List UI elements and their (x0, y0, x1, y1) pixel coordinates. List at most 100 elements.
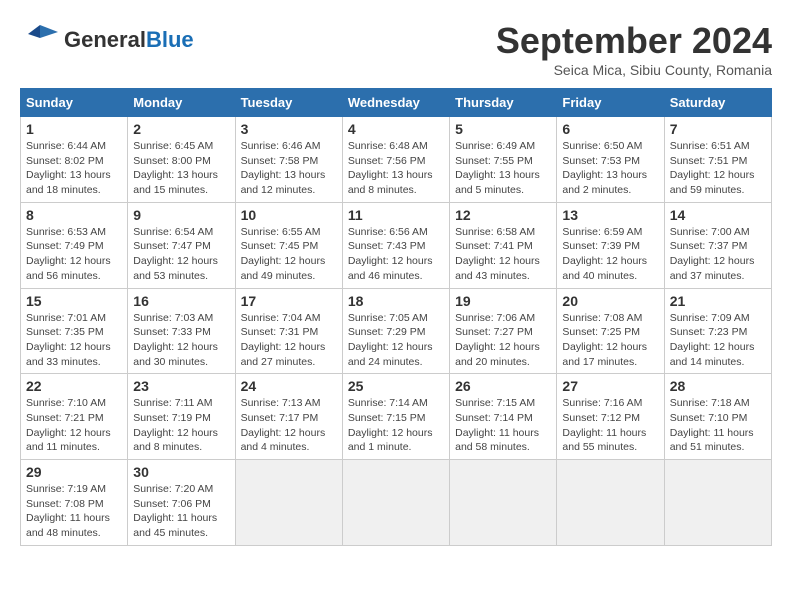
weekday-header-friday: Friday (557, 89, 664, 117)
day-detail: Sunrise: 7:03 AMSunset: 7:33 PMDaylight:… (133, 311, 229, 370)
day-number: 4 (348, 121, 444, 137)
day-cell-29: 29Sunrise: 7:19 AMSunset: 7:08 PMDayligh… (21, 460, 128, 546)
day-number: 24 (241, 378, 337, 394)
empty-cell (664, 460, 771, 546)
day-cell-5: 5 Sunrise: 6:49 AMSunset: 7:55 PMDaylight… (450, 117, 557, 203)
day-detail: Sunrise: 6:45 AMSunset: 8:00 PMDaylight:… (133, 139, 229, 198)
empty-cell (450, 460, 557, 546)
day-detail: Sunrise: 6:48 AMSunset: 7:56 PMDaylight:… (348, 139, 444, 198)
day-cell-8: 8 Sunrise: 6:53 AMSunset: 7:49 PMDaylight… (21, 202, 128, 288)
day-detail: Sunrise: 7:08 AMSunset: 7:25 PMDaylight:… (562, 311, 658, 370)
day-cell-19: 19 Sunrise: 7:06 AMSunset: 7:27 PMDayligh… (450, 288, 557, 374)
day-number: 23 (133, 378, 229, 394)
weekday-header-saturday: Saturday (664, 89, 771, 117)
empty-cell (235, 460, 342, 546)
page-header: GeneralBlue September 2024 Seica Mica, S… (20, 20, 772, 78)
day-cell-9: 9 Sunrise: 6:54 AMSunset: 7:47 PMDaylight… (128, 202, 235, 288)
day-detail: Sunrise: 7:09 AMSunset: 7:23 PMDaylight:… (670, 311, 766, 370)
day-number: 25 (348, 378, 444, 394)
day-detail: Sunrise: 6:51 AMSunset: 7:51 PMDaylight:… (670, 139, 766, 198)
day-number: 15 (26, 293, 122, 309)
day-cell-4: 4 Sunrise: 6:48 AMSunset: 7:56 PMDaylight… (342, 117, 449, 203)
day-cell-26: 26 Sunrise: 7:15 AMSunset: 7:14 PMDayligh… (450, 374, 557, 460)
day-cell-13: 13 Sunrise: 6:59 AMSunset: 7:39 PMDayligh… (557, 202, 664, 288)
location: Seica Mica, Sibiu County, Romania (496, 62, 772, 78)
day-detail: Sunrise: 6:49 AMSunset: 7:55 PMDaylight:… (455, 139, 551, 198)
day-number: 6 (562, 121, 658, 137)
weekday-header-tuesday: Tuesday (235, 89, 342, 117)
day-number: 2 (133, 121, 229, 137)
day-detail: Sunrise: 6:53 AMSunset: 7:49 PMDaylight:… (26, 225, 122, 284)
day-number: 1 (26, 121, 122, 137)
day-cell-11: 11 Sunrise: 6:56 AMSunset: 7:43 PMDayligh… (342, 202, 449, 288)
weekday-header-wednesday: Wednesday (342, 89, 449, 117)
weekday-header-monday: Monday (128, 89, 235, 117)
day-cell-16: 16Sunrise: 7:03 AMSunset: 7:33 PMDayligh… (128, 288, 235, 374)
day-number: 11 (348, 207, 444, 223)
day-cell-24: 24 Sunrise: 7:13 AMSunset: 7:17 PMDayligh… (235, 374, 342, 460)
day-detail: Sunrise: 6:46 AMSunset: 7:58 PMDaylight:… (241, 139, 337, 198)
day-number: 3 (241, 121, 337, 137)
title-block: September 2024 Seica Mica, Sibiu County,… (496, 20, 772, 78)
empty-cell (557, 460, 664, 546)
day-detail: Sunrise: 7:11 AMSunset: 7:19 PMDaylight:… (133, 396, 229, 455)
logo-text: GeneralBlue (64, 28, 194, 52)
day-detail: Sunrise: 7:15 AMSunset: 7:14 PMDaylight:… (455, 396, 551, 455)
day-cell-14: 14 Sunrise: 7:00 AMSunset: 7:37 PMDayligh… (664, 202, 771, 288)
week-row-5: 29Sunrise: 7:19 AMSunset: 7:08 PMDayligh… (21, 460, 772, 546)
day-number: 19 (455, 293, 551, 309)
day-cell-10: 10 Sunrise: 6:55 AMSunset: 7:45 PMDayligh… (235, 202, 342, 288)
day-detail: Sunrise: 7:13 AMSunset: 7:17 PMDaylight:… (241, 396, 337, 455)
day-number: 9 (133, 207, 229, 223)
day-number: 5 (455, 121, 551, 137)
day-detail: Sunrise: 7:20 AMSunset: 7:06 PMDaylight:… (133, 482, 229, 541)
day-number: 26 (455, 378, 551, 394)
day-number: 28 (670, 378, 766, 394)
day-cell-3: 3 Sunrise: 6:46 AMSunset: 7:58 PMDaylight… (235, 117, 342, 203)
logo-general: General (64, 27, 146, 52)
logo: GeneralBlue (20, 20, 194, 60)
day-number: 14 (670, 207, 766, 223)
day-cell-20: 20Sunrise: 7:08 AMSunset: 7:25 PMDayligh… (557, 288, 664, 374)
day-cell-21: 21Sunrise: 7:09 AMSunset: 7:23 PMDayligh… (664, 288, 771, 374)
day-cell-25: 25 Sunrise: 7:14 AMSunset: 7:15 PMDayligh… (342, 374, 449, 460)
day-detail: Sunrise: 7:00 AMSunset: 7:37 PMDaylight:… (670, 225, 766, 284)
empty-cell (342, 460, 449, 546)
week-row-4: 22 Sunrise: 7:10 AMSunset: 7:21 PMDayligh… (21, 374, 772, 460)
day-number: 13 (562, 207, 658, 223)
week-row-2: 8 Sunrise: 6:53 AMSunset: 7:49 PMDaylight… (21, 202, 772, 288)
day-number: 30 (133, 464, 229, 480)
day-cell-6: 6Sunrise: 6:50 AMSunset: 7:53 PMDaylight… (557, 117, 664, 203)
day-number: 29 (26, 464, 122, 480)
day-detail: Sunrise: 7:10 AMSunset: 7:21 PMDaylight:… (26, 396, 122, 455)
day-detail: Sunrise: 6:55 AMSunset: 7:45 PMDaylight:… (241, 225, 337, 284)
day-cell-27: 27Sunrise: 7:16 AMSunset: 7:12 PMDayligh… (557, 374, 664, 460)
day-cell-12: 12Sunrise: 6:58 AMSunset: 7:41 PMDayligh… (450, 202, 557, 288)
day-cell-15: 15 Sunrise: 7:01 AMSunset: 7:35 PMDayligh… (21, 288, 128, 374)
weekday-header-row: SundayMondayTuesdayWednesdayThursdayFrid… (21, 89, 772, 117)
day-cell-7: 7Sunrise: 6:51 AMSunset: 7:51 PMDaylight… (664, 117, 771, 203)
calendar: SundayMondayTuesdayWednesdayThursdayFrid… (20, 88, 772, 546)
day-cell-2: 2 Sunrise: 6:45 AMSunset: 8:00 PMDaylight… (128, 117, 235, 203)
day-detail: Sunrise: 6:56 AMSunset: 7:43 PMDaylight:… (348, 225, 444, 284)
day-detail: Sunrise: 7:06 AMSunset: 7:27 PMDaylight:… (455, 311, 551, 370)
logo-icon (20, 20, 60, 60)
month-title: September 2024 (496, 20, 772, 62)
day-detail: Sunrise: 7:05 AMSunset: 7:29 PMDaylight:… (348, 311, 444, 370)
day-detail: Sunrise: 7:14 AMSunset: 7:15 PMDaylight:… (348, 396, 444, 455)
day-cell-22: 22 Sunrise: 7:10 AMSunset: 7:21 PMDayligh… (21, 374, 128, 460)
week-row-1: 1Sunrise: 6:44 AMSunset: 8:02 PMDaylight… (21, 117, 772, 203)
day-number: 17 (241, 293, 337, 309)
day-cell-30: 30 Sunrise: 7:20 AMSunset: 7:06 PMDayligh… (128, 460, 235, 546)
logo-blue: Blue (146, 27, 194, 52)
day-cell-28: 28Sunrise: 7:18 AMSunset: 7:10 PMDayligh… (664, 374, 771, 460)
day-detail: Sunrise: 7:04 AMSunset: 7:31 PMDaylight:… (241, 311, 337, 370)
weekday-header-sunday: Sunday (21, 89, 128, 117)
day-number: 10 (241, 207, 337, 223)
day-detail: Sunrise: 6:54 AMSunset: 7:47 PMDaylight:… (133, 225, 229, 284)
day-detail: Sunrise: 7:01 AMSunset: 7:35 PMDaylight:… (26, 311, 122, 370)
day-number: 8 (26, 207, 122, 223)
day-number: 22 (26, 378, 122, 394)
day-detail: Sunrise: 6:59 AMSunset: 7:39 PMDaylight:… (562, 225, 658, 284)
day-cell-23: 23 Sunrise: 7:11 AMSunset: 7:19 PMDayligh… (128, 374, 235, 460)
